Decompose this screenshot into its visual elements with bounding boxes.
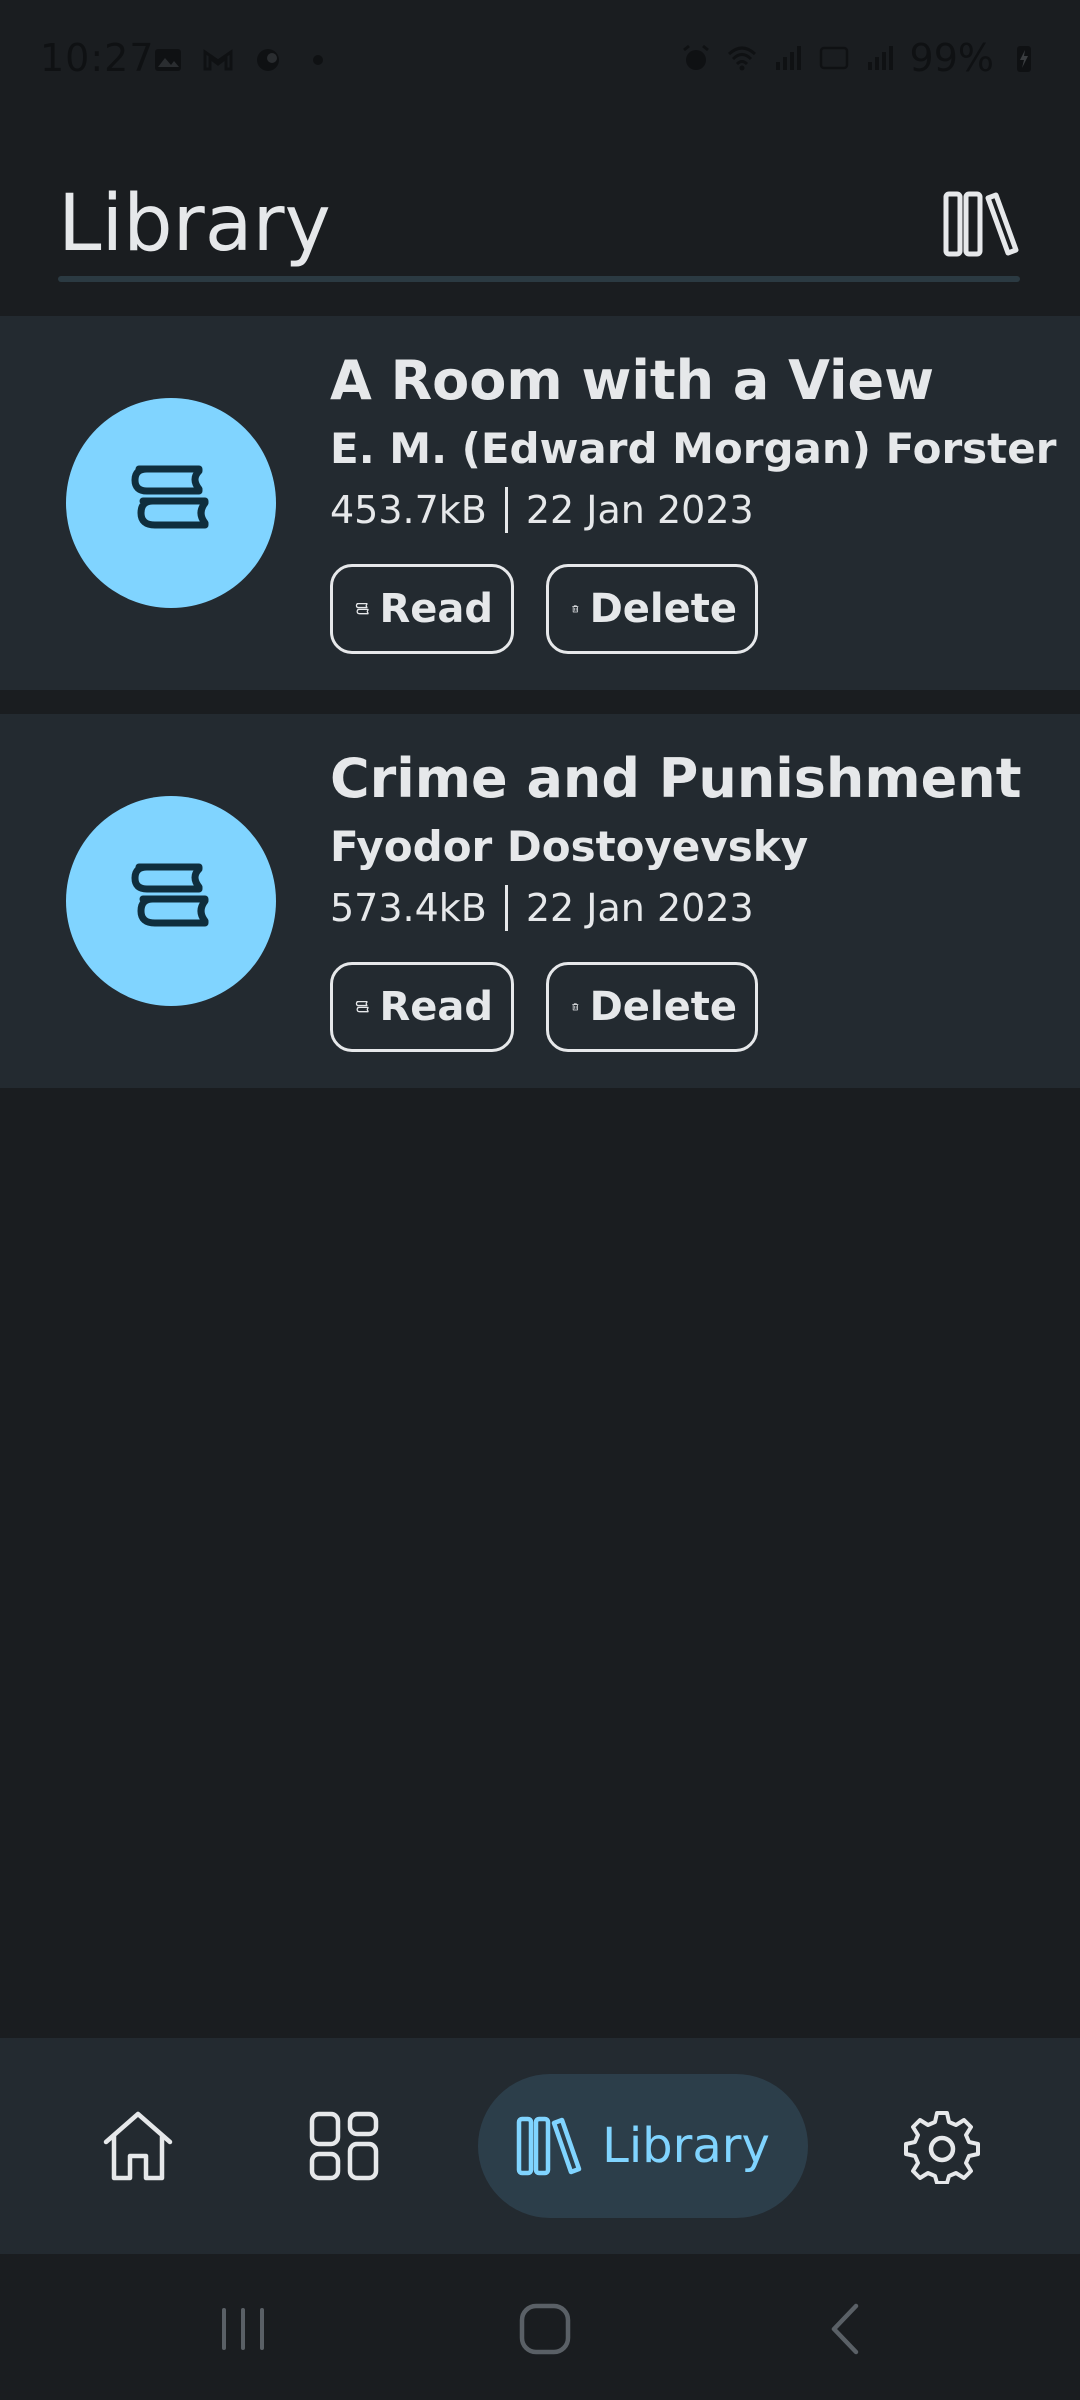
book-date: 22 Jan 2023 <box>525 886 754 930</box>
book-author: E. M. (Edward Morgan) Forster <box>330 424 1057 473</box>
nav-home[interactable] <box>88 2038 188 2254</box>
book-author: Fyodor Dostoyevsky <box>330 822 809 871</box>
delete-button[interactable]: Delete <box>546 564 758 654</box>
delete-button-label: Delete <box>589 984 737 1030</box>
read-button[interactable]: Read <box>330 962 514 1052</box>
header-underline <box>58 276 1020 282</box>
delete-button[interactable]: Delete <box>546 962 758 1052</box>
dot-icon <box>313 55 323 65</box>
system-navigation-bar <box>0 2254 1080 2400</box>
book-icon <box>355 1000 369 1013</box>
signal-icon-2 <box>867 46 893 70</box>
read-button[interactable]: Read <box>330 564 514 654</box>
meta-separator <box>504 885 508 931</box>
wifi-icon <box>727 46 756 71</box>
page-title: Library <box>58 179 331 269</box>
book-date: 22 Jan 2023 <box>525 488 754 532</box>
book-title: Crime and Punishment <box>330 747 1022 810</box>
back-icon[interactable] <box>812 2294 882 2364</box>
bottom-navigation: Library <box>0 2038 1080 2254</box>
book-info: A Room with a View E. M. (Edward Morgan)… <box>330 346 1060 654</box>
read-button-label: Read <box>379 984 493 1030</box>
book-stack-icon <box>131 863 209 927</box>
book-card[interactable]: A Room with a View E. M. (Edward Morgan)… <box>0 316 1080 690</box>
alarm-icon <box>682 44 709 70</box>
nav-library[interactable]: Library <box>478 2074 808 2218</box>
library-header: Library <box>58 172 1020 282</box>
trash-icon <box>572 605 579 613</box>
library-icon <box>516 2116 582 2176</box>
app-icon <box>257 49 279 71</box>
nav-settings[interactable] <box>892 2038 992 2254</box>
meta-separator <box>504 487 508 533</box>
book-size: 573.4kB <box>330 886 487 930</box>
book-meta: 453.7kB 22 Jan 2023 <box>330 482 1060 538</box>
status-system-icons: 99% <box>680 36 1040 80</box>
book-stack-icon <box>131 465 209 529</box>
library-icon[interactable] <box>942 184 1020 262</box>
book-actions: Read Delete <box>330 564 1060 654</box>
signal-icon <box>775 46 801 70</box>
gmail-icon <box>203 49 233 71</box>
volte-icon <box>819 46 848 70</box>
home-icon <box>103 2111 173 2181</box>
book-info: Crime and Punishment Fyodor Dostoyevsky … <box>330 744 1060 1052</box>
recents-icon[interactable] <box>208 2294 278 2364</box>
book-size: 453.7kB <box>330 488 487 532</box>
nav-dashboard[interactable] <box>294 2038 394 2254</box>
trash-icon <box>572 1003 579 1011</box>
delete-button-label: Delete <box>589 586 737 632</box>
image-icon <box>155 49 181 71</box>
book-avatar <box>66 796 276 1006</box>
book-avatar <box>66 398 276 608</box>
book-icon <box>355 602 369 615</box>
nav-library-label: Library <box>602 2118 770 2174</box>
book-meta: 573.4kB 22 Jan 2023 <box>330 880 1060 936</box>
book-title: A Room with a View <box>330 349 934 412</box>
status-time: 10:27 <box>40 36 155 80</box>
book-card[interactable]: Crime and Punishment Fyodor Dostoyevsky … <box>0 714 1080 1088</box>
battery-charging-icon <box>1017 46 1031 72</box>
status-notification-icons <box>152 44 334 76</box>
grid-icon <box>309 2111 379 2181</box>
book-actions: Read Delete <box>330 962 1060 1052</box>
status-bar: 10:27 99% <box>0 0 1080 120</box>
home-button-icon[interactable] <box>510 2294 580 2364</box>
read-button-label: Read <box>379 586 493 632</box>
settings-icon <box>904 2111 980 2184</box>
battery-percent: 99% <box>909 36 994 80</box>
